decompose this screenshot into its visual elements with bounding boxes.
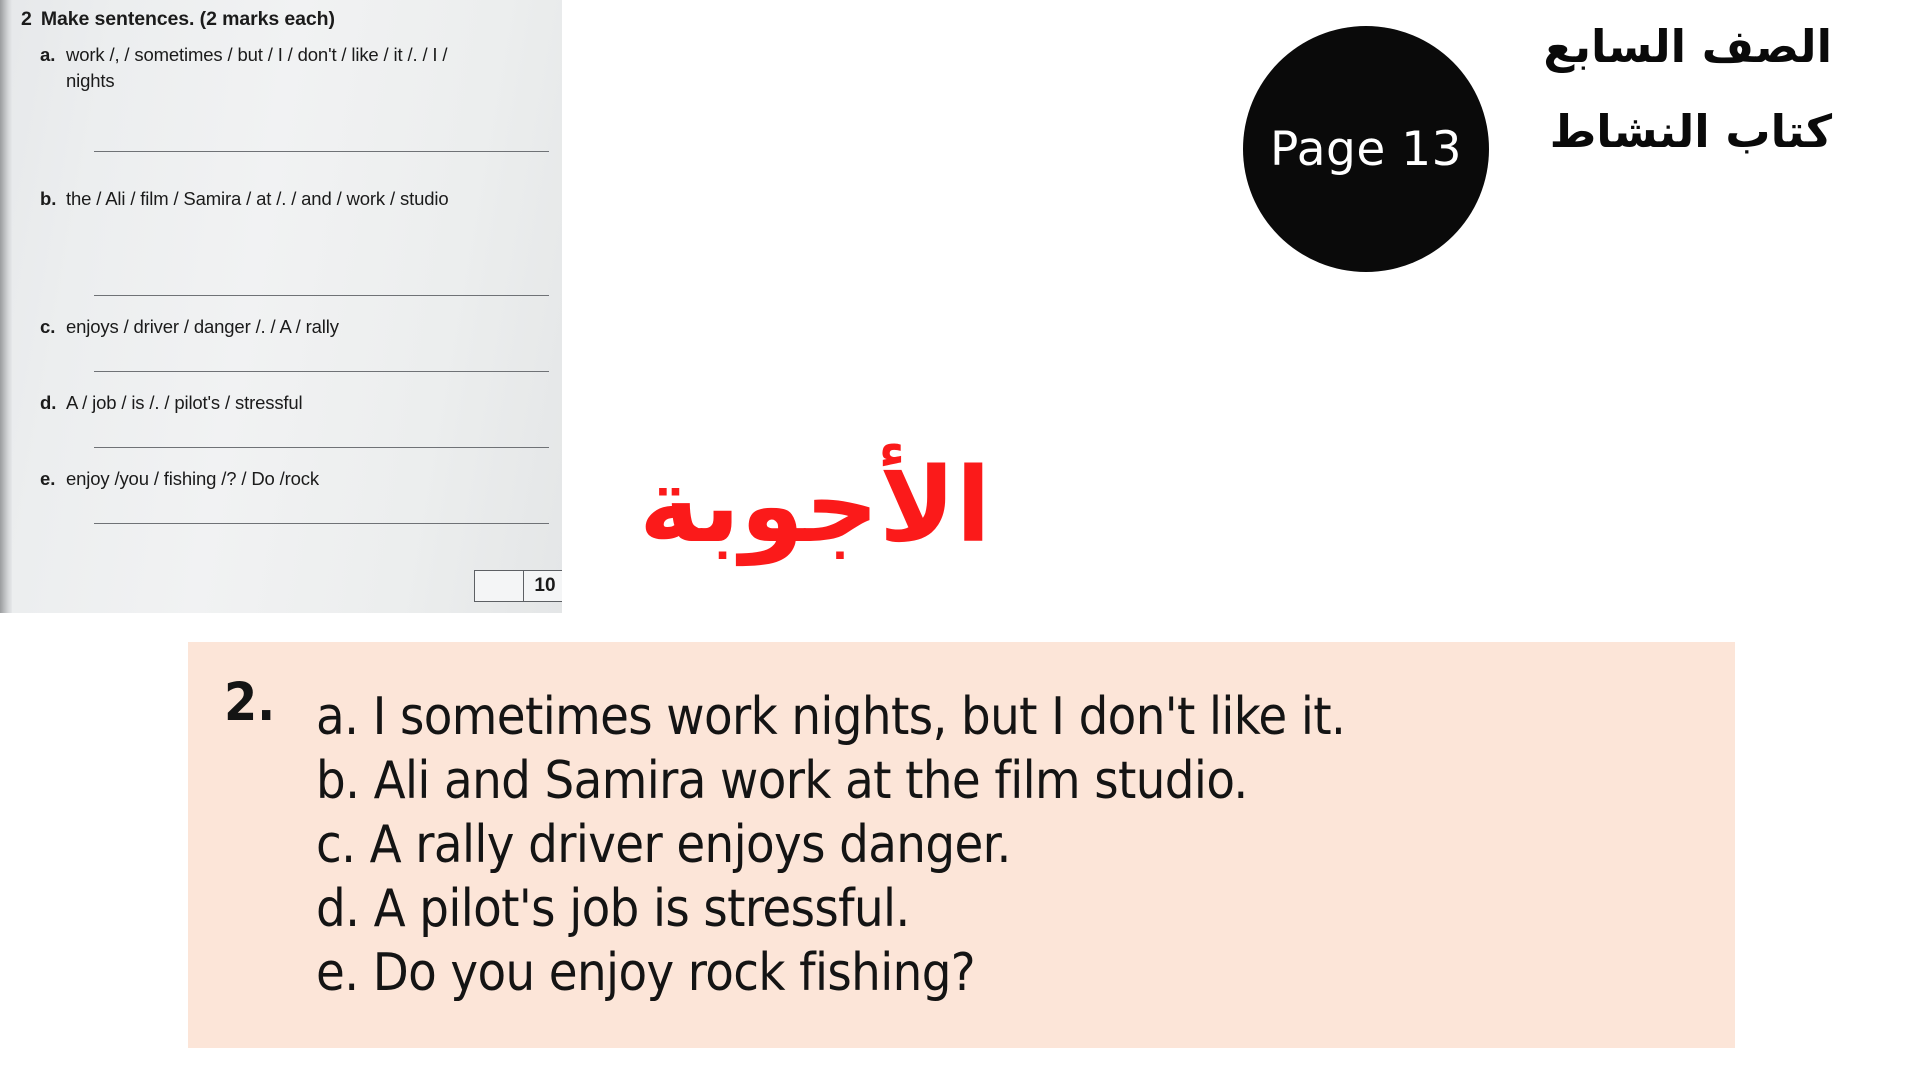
arabic-header: الصف السابع كتاب النشاط	[1452, 24, 1832, 154]
answer-rule-d	[94, 447, 549, 448]
question-letter-c: c.	[40, 316, 56, 337]
worksheet-question-b: b. the / Ali / film / Samira / at /. / a…	[40, 186, 500, 212]
question-letter-b: b.	[40, 188, 57, 209]
worksheet-question-d: d. A / job / is /. / pilot's / stressful	[40, 390, 500, 416]
answer-rule-b	[94, 295, 549, 296]
question-prompt-d: A / job / is /. / pilot's / stressful	[66, 392, 303, 413]
score-total-cell: 10	[534, 575, 556, 596]
question-prompt-a: work /, / sometimes / but / I / don't / …	[66, 44, 448, 92]
score-box: 10	[474, 570, 562, 602]
exercise-number: 2	[21, 8, 32, 30]
answer-line-b: b. Ali and Samira work at the film studi…	[316, 751, 1248, 812]
question-prompt-c: enjoys / driver / danger /. / A / rally	[66, 316, 339, 337]
worksheet-question-c: c. enjoys / driver / danger /. / A / ral…	[40, 314, 500, 340]
exercise-heading: 2 Make sentences. (2 marks each)	[21, 8, 335, 31]
answer-line-c: c. A rally driver enjoys danger.	[316, 815, 1011, 876]
question-letter-a: a.	[40, 44, 56, 65]
answers-title-text: الأجوبة	[639, 446, 991, 566]
question-prompt-b: the / Ali / film / Samira / at /. / and …	[66, 188, 449, 209]
answers-panel: 2. a. I sometimes work nights, but I don…	[188, 642, 1735, 1048]
question-letter-d: d.	[40, 392, 57, 413]
answer-line-e: e. Do you enjoy rock fishing?	[316, 942, 976, 1003]
answer-line-d: d. A pilot's job is stressful.	[316, 878, 910, 939]
answers-title: الأجوبة	[0, 455, 1920, 558]
grade-label: الصف السابع	[1543, 20, 1832, 73]
page-number-label: Page 13	[1269, 121, 1463, 177]
book-label: كتاب النشاط	[1549, 105, 1832, 158]
answers-exercise-number: 2.	[224, 672, 276, 733]
worksheet-question-a: a. work /, / sometimes / but / I / don't…	[40, 42, 500, 95]
answer-rule-a	[94, 151, 549, 152]
answer-line-a: a. I sometimes work nights, but I don't …	[316, 687, 1346, 748]
exercise-title: Make sentences. (2 marks each)	[40, 8, 335, 30]
score-blank-cell	[475, 571, 524, 601]
answer-rule-c	[94, 371, 549, 372]
answers-list: a. I sometimes work nights, but I don't …	[316, 686, 1346, 1006]
